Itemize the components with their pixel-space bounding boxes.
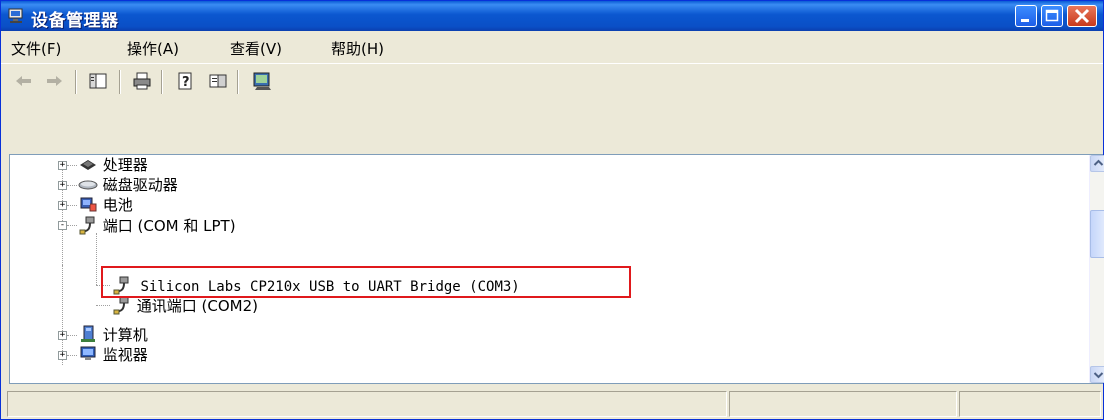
scroll-up-button[interactable] <box>1090 155 1104 172</box>
close-button[interactable] <box>1067 5 1097 27</box>
forward-arrow-icon <box>47 76 62 86</box>
monitor-icon <box>80 346 96 360</box>
maximize-icon <box>1045 9 1059 22</box>
expand-toggle[interactable]: + <box>58 201 67 210</box>
tree-connector <box>96 233 97 285</box>
toolbar-separator <box>119 70 121 94</box>
properties-button[interactable] <box>207 70 229 92</box>
computer-icon <box>81 325 95 342</box>
tree-item-ports[interactable]: 端口 (COM 和 LPT) <box>78 215 236 235</box>
menu-bar: 文件(F) 操作(A) 查看(V) 帮助(H) <box>1 31 1103 61</box>
status-panel <box>7 391 727 417</box>
menu-help[interactable]: 帮助(H) <box>331 38 384 59</box>
tree-connector <box>67 165 77 166</box>
show-hide-tree-icon <box>89 73 107 89</box>
tree-connector <box>67 355 77 356</box>
tree-item-label: 端口 (COM 和 LPT) <box>102 217 236 235</box>
status-bar <box>1 387 1103 419</box>
port-connector-icon <box>79 216 95 235</box>
print-button[interactable] <box>131 70 153 92</box>
tree-item-label: 计算机 <box>102 326 148 344</box>
device-manager-app-icon <box>8 8 23 23</box>
help-icon: ? <box>178 72 192 90</box>
tree-item-computer[interactable]: 计算机 <box>78 325 148 345</box>
tree-connector <box>62 265 63 335</box>
help-button[interactable]: ? <box>175 70 197 92</box>
scan-hardware-icon <box>253 72 271 90</box>
toolbar-separator <box>161 70 163 94</box>
processor-icon <box>80 160 96 170</box>
device-manager-window: 设备管理器 文件(F) 操作(A) 查看(V) 帮助(H) ? + + + - … <box>0 0 1104 420</box>
maximize-button[interactable] <box>1041 5 1063 27</box>
expand-toggle[interactable]: + <box>58 351 67 360</box>
menu-file[interactable]: 文件(F) <box>11 38 61 59</box>
back-arrow-icon <box>16 76 31 86</box>
properties-icon <box>209 74 227 88</box>
tree-connector <box>67 225 77 226</box>
forward-button[interactable] <box>43 70 65 92</box>
tree-item-processor[interactable]: 处理器 <box>78 155 148 175</box>
tree-connector <box>67 205 77 206</box>
menu-action[interactable]: 操作(A) <box>127 38 179 59</box>
tree-item-label: 磁盘驱动器 <box>102 176 178 194</box>
toolbar-separator <box>237 70 239 94</box>
show-hide-tree-button[interactable] <box>87 70 109 92</box>
status-panel <box>959 391 1101 417</box>
highlight-annotation <box>101 266 631 298</box>
tree-item-disk-drives[interactable]: 磁盘驱动器 <box>78 175 178 195</box>
expand-toggle[interactable]: + <box>58 161 67 170</box>
print-icon <box>133 72 151 90</box>
tree-item-battery[interactable]: 电池 <box>78 195 133 215</box>
back-button[interactable] <box>13 70 35 92</box>
expand-toggle[interactable]: + <box>58 181 67 190</box>
menu-view[interactable]: 查看(V) <box>230 38 282 59</box>
minimize-button[interactable] <box>1015 5 1037 27</box>
title-bar[interactable]: 设备管理器 <box>1 1 1103 31</box>
tree-connector <box>67 185 77 186</box>
close-icon <box>1074 8 1090 24</box>
tree-connector <box>67 335 77 336</box>
status-panel <box>729 391 957 417</box>
port-connector-icon <box>113 296 129 315</box>
collapse-toggle[interactable]: - <box>58 221 67 230</box>
chevron-up-icon <box>1093 159 1104 166</box>
scroll-thumb[interactable] <box>1090 210 1104 258</box>
tree-item-monitors[interactable]: 监视器 <box>78 345 148 365</box>
scroll-down-button[interactable] <box>1090 366 1104 383</box>
expand-toggle[interactable]: + <box>58 331 67 340</box>
scan-hardware-button[interactable] <box>251 70 273 92</box>
battery-icon <box>80 197 97 212</box>
chevron-down-icon <box>1093 372 1104 379</box>
tree-item-label: 电池 <box>102 196 133 214</box>
tree-item-comm-port[interactable]: 通讯端口 (COM2) <box>112 295 258 315</box>
tree-connector <box>96 305 110 306</box>
vertical-scrollbar[interactable] <box>1089 155 1104 383</box>
tree-item-label: 监视器 <box>102 346 148 364</box>
svg-text:?: ? <box>182 75 190 90</box>
minimize-icon <box>1021 19 1029 22</box>
toolbar: ? <box>1 63 1103 98</box>
tree-item-label: 通讯端口 (COM2) <box>136 297 259 315</box>
toolbar-separator <box>75 70 77 94</box>
tree-item-label: 处理器 <box>102 156 148 174</box>
disk-drive-icon <box>78 180 98 190</box>
window-title: 设备管理器 <box>31 11 119 31</box>
